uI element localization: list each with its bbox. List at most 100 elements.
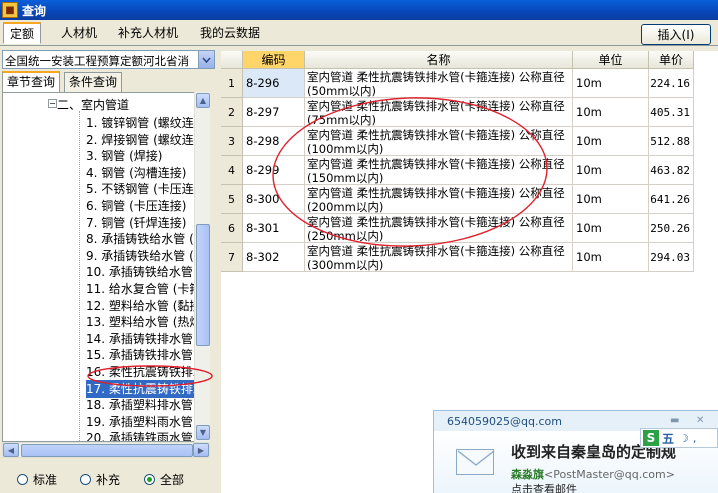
row-number[interactable]: 2 — [221, 98, 243, 127]
tree-item[interactable]: 1. 镀锌钢管 (螺纹连接) — [86, 114, 209, 132]
tree-item[interactable]: 6. 铜管 (卡压连接) — [86, 197, 188, 215]
cell-unit[interactable]: 10m — [573, 127, 649, 156]
cell-unit[interactable]: 10m — [573, 185, 649, 214]
column-header-unit[interactable]: 单位 — [573, 51, 649, 69]
tree-vertical-scrollbar[interactable]: ▲ ▼ — [194, 92, 210, 442]
tree-item[interactable]: 12. 塑料给水管 (黏接 — [86, 297, 203, 315]
cell-code[interactable]: 8-302 — [243, 243, 305, 272]
tree-item[interactable]: 9. 承插铸铁给水管 (膨 — [86, 247, 208, 265]
tree-horizontal-scrollbar[interactable]: ◀ ▶ — [2, 442, 210, 458]
cell-unit[interactable]: 10m — [573, 98, 649, 127]
tree-item[interactable]: 8. 承插铸铁给水管 (青 — [86, 230, 208, 248]
tree-item[interactable]: 11. 给水复合管 (卡箍 — [86, 280, 203, 298]
tree-item[interactable]: 7. 铜管 (钎焊连接) — [86, 214, 188, 232]
tab-labor-material-machine[interactable]: 人材机 — [54, 22, 104, 44]
mail-notification[interactable]: 654059025@qq.com ▬ ✕ 收到来自秦皇岛的定制规 森淼旗<Pos… — [433, 410, 718, 493]
cell-unit[interactable]: 10m — [573, 243, 649, 272]
hscroll-thumb[interactable] — [21, 444, 193, 457]
tab-condition-query[interactable]: 条件查询 — [64, 72, 123, 92]
filter-radio-group: 标准 补充 全部 — [0, 469, 218, 489]
ime-mode-label[interactable]: 五 — [662, 430, 674, 447]
tree-item[interactable]: 14. 承插铸铁排水管 ( — [86, 330, 203, 348]
sender-email: <PostMaster@qq.com> — [544, 468, 675, 481]
tree-item[interactable]: 13. 塑料给水管 (热熔 — [86, 313, 203, 331]
window-title: 查询 — [22, 3, 47, 18]
cell-price[interactable]: 463.82 — [649, 156, 694, 185]
close-icon[interactable]: ✕ — [696, 415, 704, 426]
tree-item[interactable]: 19. 承插塑料雨水管 ( — [86, 413, 203, 431]
scroll-thumb[interactable] — [196, 224, 210, 346]
radio-standard[interactable]: 标准 — [17, 471, 57, 488]
cell-code[interactable]: 8-301 — [243, 214, 305, 243]
punctuation-icon[interactable]: , — [693, 432, 697, 445]
cell-unit[interactable]: 10m — [573, 69, 649, 98]
cell-name[interactable]: 室内管道 柔性抗震铸铁排水管(卡箍连接) 公称直径 (200mm以内) — [305, 185, 573, 214]
cell-code[interactable]: 8-296 — [243, 69, 305, 98]
envelope-icon — [456, 449, 495, 475]
row-number[interactable]: 4 — [221, 156, 243, 185]
cell-code[interactable]: 8-300 — [243, 185, 305, 214]
moon-icon[interactable]: ☽ — [679, 432, 689, 445]
row-number[interactable]: 7 — [221, 243, 243, 272]
cell-unit[interactable]: 10m — [573, 214, 649, 243]
cell-price[interactable]: 405.31 — [649, 98, 694, 127]
cell-price[interactable]: 641.26 — [649, 185, 694, 214]
tree-item[interactable]: 18. 承插塑料排水管 ( — [86, 396, 203, 414]
tree-node-indoor-pipes[interactable]: 二、室内管道 — [57, 96, 129, 113]
top-tab-bar: 定额 人材机 补充人材机 我的云数据 — [0, 20, 718, 46]
view-mail-link[interactable]: 点击查看邮件 — [511, 481, 577, 493]
cell-code[interactable]: 8-299 — [243, 156, 305, 185]
tab-supplementary-lmm[interactable]: 补充人材机 — [111, 22, 185, 44]
cell-code[interactable]: 8-297 — [243, 98, 305, 127]
quota-library-select[interactable]: 全国统一安装工程预算定额河北省消 — [2, 50, 215, 69]
radio-all[interactable]: 全部 — [144, 471, 184, 488]
cell-name[interactable]: 室内管道 柔性抗震铸铁排水管(卡箍连接) 公称直径 (75mm以内) — [305, 98, 573, 127]
tree-item[interactable]: 20. 承插铸铁雨水管 ( — [86, 429, 203, 441]
query-window: ■ 查询 定额 人材机 补充人材机 我的云数据 插入(I) 全国统一安装工程预算… — [0, 0, 718, 493]
app-icon: ■ — [2, 2, 18, 18]
chapter-tree: − 二、室内管道 1. 镀锌钢管 (螺纹连接) 2. 焊接钢管 (螺纹连接) 3. … — [2, 92, 210, 442]
sender-name: 森淼旗 — [511, 468, 544, 481]
tab-my-cloud-data[interactable]: 我的云数据 — [193, 22, 267, 44]
cell-name[interactable]: 室内管道 柔性抗震铸铁排水管(卡箍连接) 公称直径 (50mm以内) — [305, 69, 573, 98]
scroll-right-icon[interactable]: ▶ — [193, 443, 209, 457]
scroll-up-icon[interactable]: ▲ — [196, 93, 210, 108]
tree-item[interactable]: 5. 不锈钢管 (卡压连接) — [86, 180, 209, 198]
cell-price[interactable]: 512.88 — [649, 127, 694, 156]
minimize-icon[interactable]: ▬ — [670, 415, 679, 426]
tree-item[interactable]: 2. 焊接钢管 (螺纹连接) — [86, 131, 209, 149]
tree-collapse-toggle[interactable]: − — [48, 99, 57, 108]
tree-item[interactable]: 10. 承插铸铁给水管 ( — [86, 263, 203, 281]
row-number[interactable]: 3 — [221, 127, 243, 156]
radio-supplement[interactable]: 补充 — [80, 471, 120, 488]
cell-name[interactable]: 室内管道 柔性抗震铸铁排水管(卡箍连接) 公称直径 (150mm以内) — [305, 156, 573, 185]
cell-price[interactable]: 224.16 — [649, 69, 694, 98]
scroll-down-icon[interactable]: ▼ — [196, 425, 210, 440]
ime-logo-icon: S — [643, 430, 659, 446]
tree-item[interactable]: 15. 承插铸铁排水管 ( — [86, 346, 203, 364]
tree-item[interactable]: 16. 柔性抗震铸铁排水 — [86, 363, 207, 381]
cell-code[interactable]: 8-298 — [243, 127, 305, 156]
cell-price[interactable]: 294.03 — [649, 243, 694, 272]
column-header-code[interactable]: 编码 — [243, 51, 305, 69]
column-header-price[interactable]: 单价 — [649, 51, 694, 69]
tree-item[interactable]: 3. 钢管 (焊接) — [86, 147, 164, 165]
ime-toolbar[interactable]: S 五 ☽ , — [640, 428, 718, 448]
row-number[interactable]: 5 — [221, 185, 243, 214]
cell-name[interactable]: 室内管道 柔性抗震铸铁排水管(卡箍连接) 公称直径 (300mm以内) — [305, 243, 573, 272]
scroll-left-icon[interactable]: ◀ — [3, 443, 19, 457]
chevron-down-icon[interactable] — [198, 51, 214, 68]
cell-price[interactable]: 250.26 — [649, 214, 694, 243]
table-corner — [221, 51, 243, 69]
tab-chapter-query[interactable]: 章节查询 — [2, 71, 61, 92]
column-header-name[interactable]: 名称 — [305, 51, 573, 69]
tree-item[interactable]: 17. 柔性抗震铸铁排水 — [86, 379, 207, 398]
cell-unit[interactable]: 10m — [573, 156, 649, 185]
tree-item[interactable]: 4. 钢管 (沟槽连接) — [86, 164, 188, 182]
insert-button[interactable]: 插入(I) — [641, 24, 711, 45]
cell-name[interactable]: 室内管道 柔性抗震铸铁排水管(卡箍连接) 公称直径 (250mm以内) — [305, 214, 573, 243]
tab-quota[interactable]: 定额 — [3, 22, 42, 44]
row-number[interactable]: 6 — [221, 214, 243, 243]
cell-name[interactable]: 室内管道 柔性抗震铸铁排水管(卡箍连接) 公称直径 (100mm以内) — [305, 127, 573, 156]
row-number[interactable]: 1 — [221, 69, 243, 98]
